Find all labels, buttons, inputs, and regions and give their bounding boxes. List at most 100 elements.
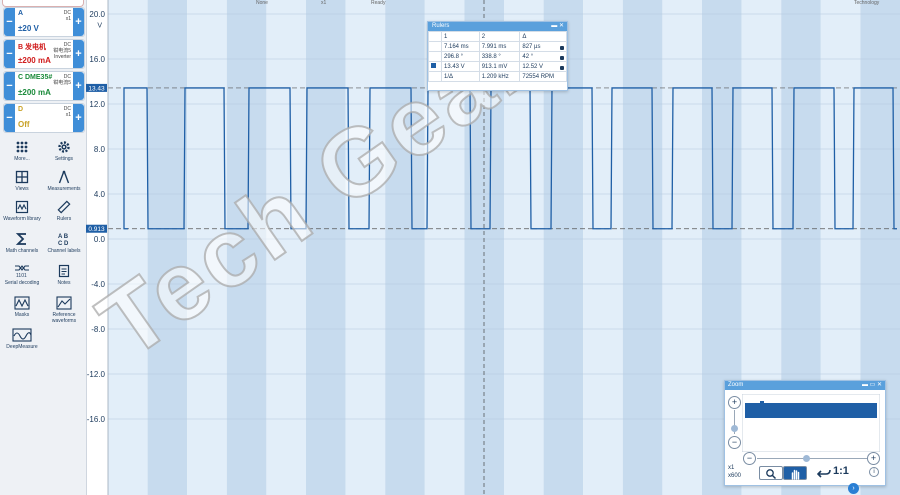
time-band xyxy=(345,0,386,495)
minimize-icon[interactable]: ▬ xyxy=(862,382,868,388)
magnifier-icon xyxy=(765,467,777,484)
time-band xyxy=(187,0,227,495)
time-band xyxy=(266,0,306,495)
table-row: 7.164 ms 7.991 ms 827 µs xyxy=(428,41,567,52)
channel-c-range-down-button[interactable]: − xyxy=(4,72,15,100)
scroll-right-button[interactable]: › xyxy=(848,483,859,494)
y-tick-label: 4.0 xyxy=(94,190,106,199)
masks-label: Masks xyxy=(14,312,30,318)
rulers-title-bar[interactable]: Rulers ▬ ✕ xyxy=(428,22,567,31)
rulers-table: 1 2 Δ 7.164 ms 7.991 ms 827 µs 296.8 ° 3… xyxy=(428,31,567,82)
top-tab-brand: Technology xyxy=(854,0,880,6)
channel-b-card[interactable]: − B 发电机 DC 钳电流5 Inverter ±200 mA + xyxy=(3,39,85,69)
horizontal-zoom-track[interactable] xyxy=(757,458,867,459)
notes-icon xyxy=(43,264,85,278)
measurements-button[interactable]: Measurements xyxy=(43,170,85,192)
caliper-icon xyxy=(43,170,85,184)
channel-a-range-down-button[interactable]: − xyxy=(4,8,15,36)
pan-tool-button[interactable] xyxy=(783,466,807,480)
views-button[interactable]: Views xyxy=(1,170,43,192)
minimize-icon[interactable]: ▬ xyxy=(551,23,557,29)
maximize-icon[interactable]: ▭ xyxy=(870,382,876,388)
math-channels-button[interactable]: Math channels xyxy=(1,232,43,254)
channel-labels-button[interactable]: A BC D Channel labels xyxy=(43,232,85,254)
zoom-one-to-one-button[interactable]: 1:1 xyxy=(833,465,849,477)
settings-button[interactable]: Settings xyxy=(43,140,85,162)
channel-a-range-up-button[interactable]: + xyxy=(73,8,84,36)
channel-c-name: C DME35# xyxy=(18,74,53,81)
time-band xyxy=(583,0,623,495)
lock-icon[interactable] xyxy=(560,55,564,60)
waveform-library-button[interactable]: Waveform library xyxy=(1,200,43,222)
ruler-1-header: 1 xyxy=(441,31,480,42)
undo-zoom-button[interactable] xyxy=(816,466,831,484)
rulers-panel[interactable]: Rulers ▬ ✕ 1 2 Δ 7.164 ms 7.991 ms 827 µ… xyxy=(427,21,568,91)
top-tab-trigger[interactable]: None xyxy=(256,0,268,6)
channel-panel: − A DC x1 ±20 V + − B 发电机 DC 钳电流5 Invert… xyxy=(0,0,87,495)
close-icon[interactable]: ✕ xyxy=(877,382,882,388)
channel-d-range-up-button[interactable]: + xyxy=(73,104,84,132)
settings-label: Settings xyxy=(54,156,74,162)
views-grid-icon xyxy=(1,170,43,184)
more-label: More... xyxy=(14,156,30,162)
deepmeasure-button[interactable]: DeepMeasure xyxy=(1,328,43,350)
channel-d-range: Off xyxy=(18,120,30,129)
channel-a-card[interactable]: − A DC x1 ±20 V + xyxy=(3,7,85,37)
channel-b-coupling[interactable]: DC 钳电流5 Inverter xyxy=(53,42,71,60)
zoom-out-horizontal-button[interactable]: − xyxy=(743,452,756,465)
grid-dots-icon xyxy=(1,140,43,154)
ruler-marker-low[interactable]: 0.913 xyxy=(88,226,105,233)
reference-waveforms-button[interactable]: Reference waveforms xyxy=(43,296,85,324)
ruler-icon xyxy=(43,200,85,214)
channel-b-range-down-button[interactable]: − xyxy=(4,40,15,68)
top-tab-probe[interactable]: x1 xyxy=(321,0,326,6)
zoom-out-vertical-button[interactable]: − xyxy=(728,436,741,449)
channel-c-range-up-button[interactable]: + xyxy=(73,72,84,100)
time-band xyxy=(385,0,425,495)
gear-icon xyxy=(43,140,85,154)
zoom-panel[interactable]: Zoom ▬ ▭ ✕ + − − + x1 x600 1:1 i xyxy=(724,380,886,486)
channel-c-coupling[interactable]: DC 钳电流5 xyxy=(53,74,71,86)
serial-icon: 1101 xyxy=(1,264,43,278)
zoom-in-vertical-button[interactable]: + xyxy=(728,396,741,409)
serial-decoding-label: Serial decoding xyxy=(4,280,40,286)
table-row: 296.8 ° 338.8 ° 42 ° xyxy=(428,51,567,62)
channel-b-range-up-button[interactable]: + xyxy=(73,40,84,68)
channel-labels-label: Channel labels xyxy=(47,248,81,254)
horizontal-zoom-thumb[interactable] xyxy=(803,455,810,462)
time-band xyxy=(662,0,702,495)
ruler-marker-high[interactable]: 13.43 xyxy=(88,85,105,92)
channel-color-swatch xyxy=(431,63,436,68)
chevron-right-icon: › xyxy=(852,485,855,492)
channel-d-name: D xyxy=(18,106,24,113)
zoom-tool-button[interactable] xyxy=(759,466,783,480)
zoom-in-horizontal-button[interactable]: + xyxy=(867,452,880,465)
info-icon[interactable]: i xyxy=(869,467,879,477)
vertical-zoom-thumb[interactable] xyxy=(731,425,738,432)
more-button[interactable]: More... xyxy=(1,140,43,162)
channel-d-card[interactable]: − D DC x1 Off + xyxy=(3,103,85,133)
freq-label: 1/Δ xyxy=(441,71,480,82)
channel-c-card[interactable]: − C DME35# DC 钳电流5 ±200 mA + xyxy=(3,71,85,101)
top-strip xyxy=(2,0,84,7)
rulers-label: Rulers xyxy=(56,216,72,222)
close-icon[interactable]: ✕ xyxy=(559,23,564,29)
serial-decoding-button[interactable]: 1101 Serial decoding xyxy=(1,264,43,286)
svg-text:A B: A B xyxy=(58,234,69,240)
lock-icon[interactable] xyxy=(560,45,564,50)
y-tick-label: 8.0 xyxy=(94,145,106,154)
rulers-button[interactable]: Rulers xyxy=(43,200,85,222)
sigma-icon xyxy=(1,232,43,246)
y-tick-label: -4.0 xyxy=(91,280,105,289)
masks-button[interactable]: Masks xyxy=(1,296,43,318)
zoom-overview[interactable] xyxy=(742,394,880,452)
table-row: 1/Δ 1.209 kHz 72554 RPM xyxy=(428,71,567,82)
channel-d-range-down-button[interactable]: − xyxy=(4,104,15,132)
channel-a-coupling[interactable]: DC x1 xyxy=(64,10,71,22)
lock-icon[interactable] xyxy=(560,65,564,70)
notes-button[interactable]: Notes xyxy=(43,264,85,286)
zoom-title-bar[interactable]: Zoom ▬ ▭ ✕ xyxy=(725,381,885,390)
waveform-library-label: Waveform library xyxy=(3,216,41,222)
channel-d-coupling[interactable]: DC x1 xyxy=(64,106,71,118)
deepmeasure-label: DeepMeasure xyxy=(6,344,38,350)
